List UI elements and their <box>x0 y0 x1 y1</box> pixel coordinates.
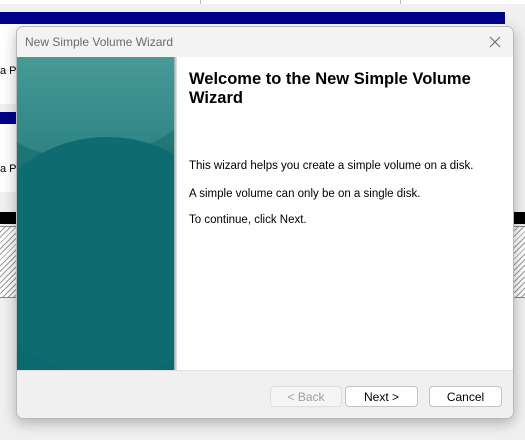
welcome-heading: Welcome to the New Simple Volume Wizard <box>189 70 471 107</box>
banner-divider <box>174 57 177 370</box>
close-icon <box>489 36 501 48</box>
cancel-button[interactable]: Cancel <box>429 386 502 407</box>
close-button[interactable] <box>481 29 509 55</box>
background-hatched-area <box>513 226 525 298</box>
title-bar[interactable]: New Simple Volume Wizard <box>17 27 513 57</box>
disk-selection-bar <box>0 12 505 24</box>
next-button[interactable]: Next > <box>345 386 418 407</box>
intro-text: This wizard helps you create a simple vo… <box>189 160 474 172</box>
back-button[interactable]: < Back <box>270 386 342 407</box>
background-hatched-area <box>0 226 16 298</box>
single-disk-text: A simple volume can only be on a single … <box>189 188 421 200</box>
dialog-title: New Simple Volume Wizard <box>25 35 174 49</box>
wizard-side-banner <box>17 57 174 370</box>
background-top-strip <box>0 0 525 4</box>
wizard-dialog: New Simple Volume Wizard Welcome to the … <box>16 26 514 419</box>
button-bar: < Back Next > Cancel <box>17 370 513 418</box>
continue-text: To continue, click Next. <box>189 214 307 226</box>
wizard-content: Welcome to the New Simple Volume Wizard … <box>17 57 513 370</box>
